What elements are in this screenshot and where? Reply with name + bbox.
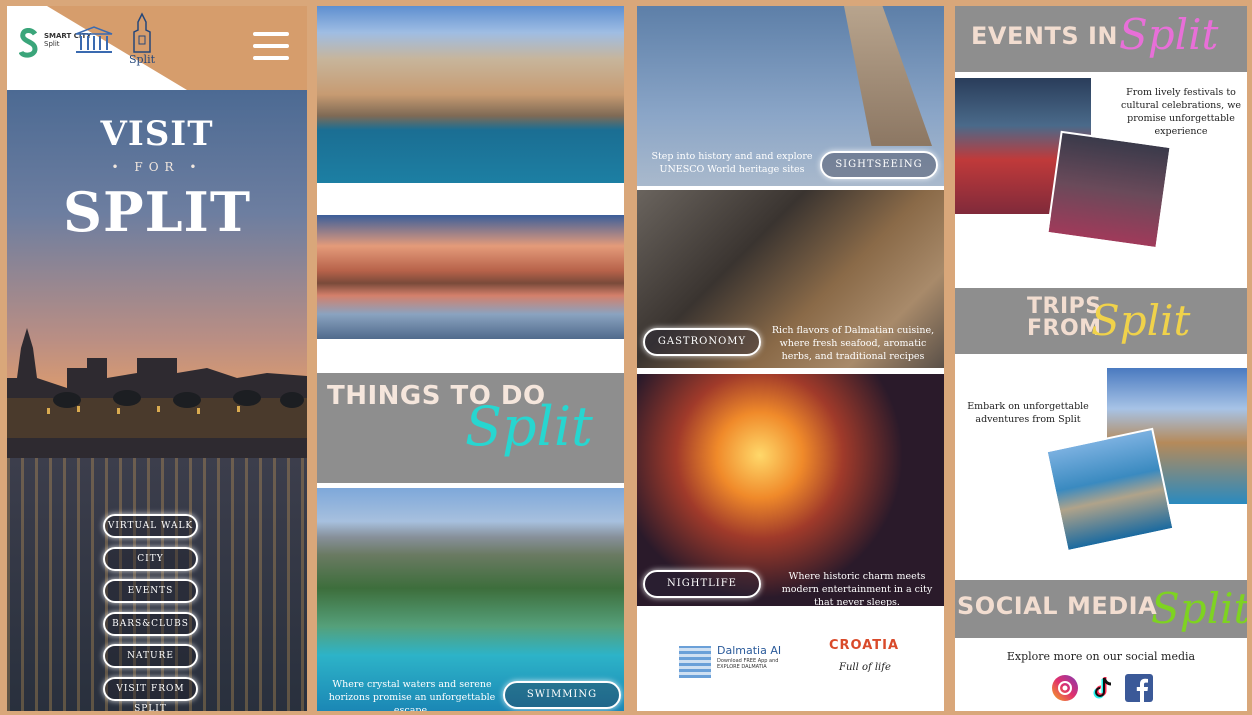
events-trips-social-screen: EVENTS IN Split From lively festivals to…	[955, 6, 1247, 711]
hamburger-menu-icon[interactable]	[253, 32, 289, 62]
nightlife-card[interactable]: NIGHTLIFE Where historic charm meets mod…	[637, 374, 944, 608]
sightseeing-button[interactable]: SIGHTSEEING	[820, 151, 938, 179]
things-to-do-screen: THINGS TO DO Split Where crystal waters …	[317, 6, 624, 711]
social-media-script: Split	[1151, 584, 1247, 633]
nav-visit-from-split-button[interactable]: VISIT FROM SPLIT	[103, 676, 198, 711]
split-city-logo: Split	[124, 12, 160, 78]
gastronomy-button[interactable]: GASTRONOMY	[643, 328, 761, 356]
dalmatia-qr-icon[interactable]	[679, 646, 711, 678]
croatia-slogan: Full of life	[839, 662, 891, 673]
events-script: Split	[1119, 10, 1219, 59]
nav-bars-clubs-button[interactable]: BARS&CLUBS	[103, 611, 198, 636]
gastronomy-card[interactable]: GASTRONOMY Rich flavors of Dalmatian cui…	[637, 190, 944, 368]
nav-nature-button[interactable]: NATURE	[103, 644, 198, 668]
unesco-logo-icon	[75, 26, 113, 53]
hero-section: VISIT • FOR • SPLIT VIRTUAL WALK CITY EV…	[7, 90, 307, 711]
sightseeing-description: Step into history and and explore UNESCO…	[651, 151, 813, 175]
dalmatia-app-title: Dalmatia AI	[717, 644, 782, 657]
social-media-description: Explore more on our social media	[1006, 650, 1196, 663]
events-description: From lively festivals to cultural celebr…	[1121, 87, 1241, 137]
split-tower-icon	[133, 12, 151, 53]
nav-virtual-walk-button[interactable]: VIRTUAL WALK	[103, 514, 198, 538]
partner-logos: Dalmatia AI Download FREE App and EXPLOR…	[637, 606, 944, 711]
hero-title-split: SPLIT	[62, 180, 251, 244]
nav-events-button[interactable]: EVENTS	[103, 579, 198, 603]
things-to-do-script: Split	[465, 395, 593, 458]
trips-banner: TRIPS FROM Split	[955, 288, 1247, 354]
riva-sunset-photo	[317, 215, 624, 339]
swimming-spots-button[interactable]: SWIMMING SPOTS	[503, 681, 621, 709]
bell-tower-image	[844, 6, 932, 146]
events-title: EVENTS IN	[971, 22, 1118, 50]
dalmatia-app-subtitle: Download FREE App and EXPLORE DALMATIA	[717, 658, 779, 670]
aerial-harbor-photo	[317, 6, 624, 183]
smart-city-logo-icon	[19, 28, 38, 58]
social-icons-row	[1051, 674, 1161, 704]
activities-screen: Step into history and and explore UNESCO…	[637, 6, 944, 711]
social-media-title: SOCIAL MEDIA	[957, 592, 1158, 620]
hero-title-visit: VISIT	[100, 114, 214, 154]
peristyle-event-photo	[1046, 130, 1172, 250]
nightlife-button[interactable]: NIGHTLIFE	[643, 570, 761, 598]
swimming-spots-description: Where crystal waters and serene horizons…	[328, 679, 496, 711]
events-banner: EVENTS IN Split	[955, 6, 1247, 72]
swimming-spots-card[interactable]: Where crystal waters and serene horizons…	[317, 488, 624, 711]
trips-description: Embark on unforgettable adventures from …	[967, 401, 1089, 425]
main-nav: VIRTUAL WALK CITY EVENTS BARS&CLUBS NATU…	[103, 514, 199, 711]
gastronomy-description: Rich flavors of Dalmatian cuisine, where…	[771, 325, 935, 362]
nightlife-description: Where historic charm meets modern entert…	[781, 571, 933, 608]
home-screen: SMART CITY Split Split VISIT • FOR • SPLI…	[7, 6, 307, 711]
header: SMART CITY Split Split	[7, 6, 307, 90]
croatia-logo: CROATIA	[829, 638, 900, 653]
hero-title-for: • FOR •	[111, 160, 203, 174]
instagram-icon[interactable]	[1051, 674, 1079, 702]
things-to-do-banner: THINGS TO DO Split	[317, 373, 624, 483]
coastal-bay-photo	[1045, 427, 1175, 553]
trips-script: Split	[1091, 296, 1191, 345]
sightseeing-card[interactable]: Step into history and and explore UNESCO…	[637, 6, 944, 186]
nav-city-button[interactable]: CITY	[103, 546, 198, 571]
trips-title: TRIPS FROM	[1027, 294, 1102, 341]
tiktok-icon[interactable]	[1089, 674, 1117, 702]
facebook-icon[interactable]	[1125, 674, 1153, 702]
social-media-banner: SOCIAL MEDIA Split	[955, 580, 1247, 638]
city-skyline-image	[7, 328, 307, 458]
